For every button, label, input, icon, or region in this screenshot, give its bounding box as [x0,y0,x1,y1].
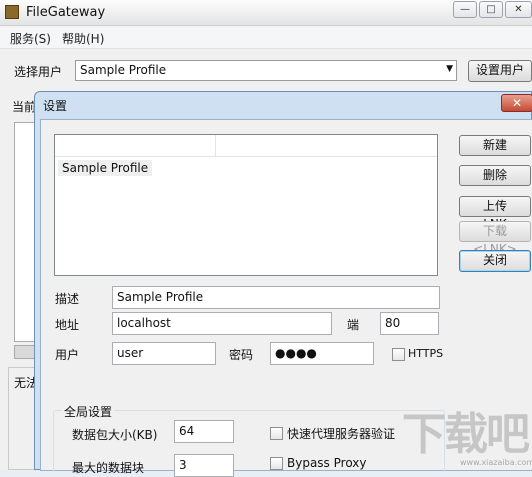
description-label: 描述 [55,292,80,306]
download-lnk-button[interactable]: 下载 <LNK> [459,221,531,256]
user-field[interactable]: user [112,342,216,365]
global-settings-title: 全局设置 [62,403,115,420]
menu-service[interactable]: 服务(S) [10,30,51,47]
dialog-title: 设置 [43,99,68,113]
setup-user-button[interactable]: 设置用户 [468,60,532,82]
user-select-value: Sample Profile [80,63,167,77]
app-icon [5,5,19,19]
max-blocks-field[interactable]: 3 [174,454,234,477]
chevron-down-icon: ▼ [446,64,453,74]
menu-bar: 服务(S) 帮助(H) [0,27,532,49]
user-label: 用户 [55,348,80,362]
watermark-url: www.xiazaiba.com [460,458,532,467]
close-button[interactable]: ✕ [505,1,532,18]
port-label: 端 [347,318,360,332]
https-label: HTTPS [408,347,444,360]
new-button[interactable]: 新建 [459,135,531,156]
user-select[interactable]: Sample Profile ▼ [75,60,457,81]
password-field[interactable]: ●●●● [270,342,374,365]
delete-button[interactable]: 删除 [459,165,531,186]
upload-lnk-button[interactable]: 上传 <LNK> [459,196,531,231]
close-dialog-button[interactable]: 关闭 [459,250,531,272]
port-field[interactable]: 80 [380,312,439,335]
menu-help[interactable]: 帮助(H) [62,30,104,47]
fast-proxy-checkbox[interactable] [270,427,283,440]
minimize-button[interactable]: — [453,1,477,18]
bypass-proxy-checkbox[interactable] [270,457,283,470]
address-field[interactable]: localhost [112,312,332,335]
description-field[interactable]: Sample Profile [112,286,440,309]
https-checkbox[interactable] [392,348,405,361]
watermark-logo: 下载吧 [402,409,530,460]
packet-size-label: 数据包大小(KB) [72,428,158,442]
column-header[interactable] [216,135,437,157]
window-title: FileGateway [26,5,106,20]
fast-proxy-label: 快速代理服务器验证 [287,427,396,441]
select-user-label: 选择用户 [14,65,63,79]
packet-size-field[interactable]: 64 [174,420,234,443]
max-blocks-label: 最大的数据块 [72,461,145,475]
current-label: 当前 [12,100,37,114]
address-label: 地址 [55,318,80,332]
password-label: 密码 [229,348,254,362]
title-bar: FileGateway — □ ✕ [0,0,532,26]
bypass-proxy-label: Bypass Proxy [287,456,367,470]
maximize-button[interactable]: □ [479,1,503,18]
dialog-close-button[interactable]: ✕ [501,94,532,112]
column-header[interactable] [55,135,216,157]
profile-list[interactable]: Sample Profile [54,134,438,276]
list-item[interactable]: Sample Profile [58,160,153,176]
